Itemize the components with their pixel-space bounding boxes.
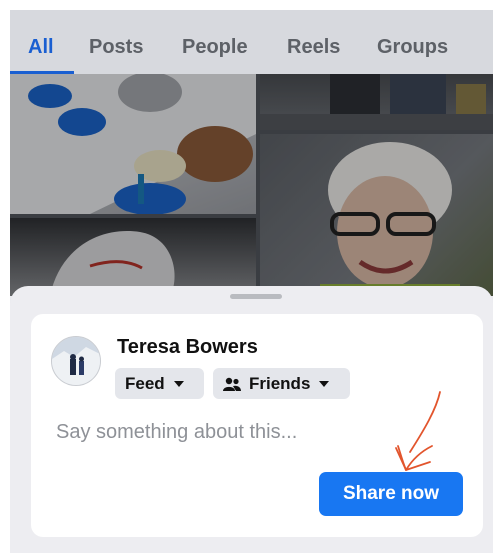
photo-seated-people[interactable] bbox=[260, 74, 493, 130]
friends-icon bbox=[223, 377, 241, 391]
tab-groups[interactable]: Groups bbox=[377, 36, 448, 59]
destination-label: Feed bbox=[125, 373, 165, 393]
tab-all[interactable]: All bbox=[28, 36, 54, 59]
screen: All Posts People Reels Groups Teresa Bow… bbox=[10, 10, 493, 553]
avatar[interactable] bbox=[51, 336, 101, 386]
tab-reels[interactable]: Reels bbox=[287, 36, 340, 59]
share-now-button[interactable]: Share now bbox=[319, 472, 463, 516]
audience-dropdown[interactable]: Friends bbox=[213, 368, 350, 399]
sheet-grabber[interactable] bbox=[230, 294, 282, 299]
search-tab-bar: All Posts People Reels Groups bbox=[10, 10, 493, 74]
audience-label: Friends bbox=[249, 373, 311, 393]
share-sheet: Teresa Bowers Feed Friends Say something… bbox=[10, 286, 493, 553]
caret-down-icon bbox=[319, 380, 330, 387]
photo-smiling-woman[interactable] bbox=[260, 134, 493, 296]
caret-down-icon bbox=[173, 380, 184, 387]
photo-plastic-bag[interactable] bbox=[10, 218, 256, 296]
share-message-input[interactable]: Say something about this... bbox=[56, 421, 297, 444]
photo-potluck-table[interactable] bbox=[10, 74, 256, 214]
tab-posts[interactable]: Posts bbox=[89, 36, 143, 59]
tab-people[interactable]: People bbox=[182, 36, 248, 59]
photo-grid bbox=[10, 74, 493, 296]
user-name: Teresa Bowers bbox=[117, 336, 258, 358]
destination-dropdown[interactable]: Feed bbox=[115, 368, 204, 399]
share-card: Teresa Bowers Feed Friends Say something… bbox=[31, 314, 483, 537]
